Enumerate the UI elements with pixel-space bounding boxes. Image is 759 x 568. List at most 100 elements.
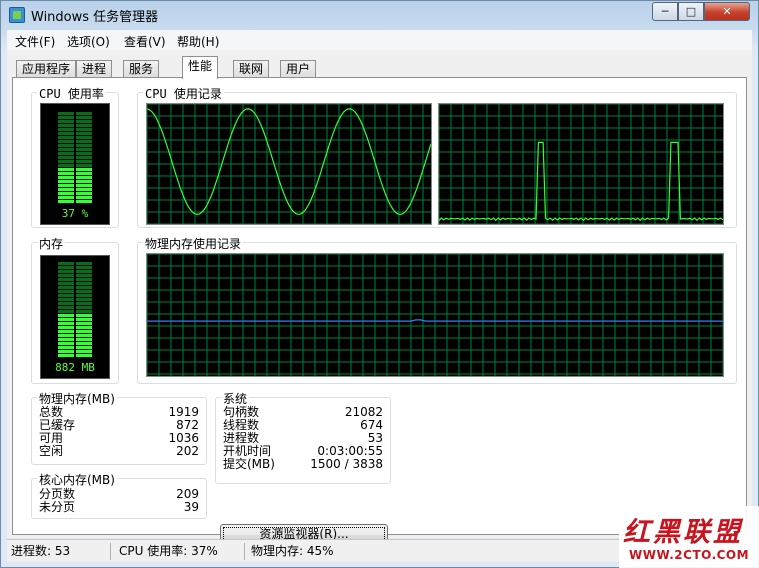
gauge-segment xyxy=(76,144,92,147)
gauge-segment xyxy=(58,176,74,179)
gauge-segment xyxy=(76,140,92,143)
watermark-url: WWW.2CTO.COM xyxy=(629,548,750,562)
minimize-button[interactable]: ─ xyxy=(652,2,678,21)
memory-usage-group: 内存 882 MB xyxy=(31,235,119,384)
tab-services[interactable]: 服务 xyxy=(123,60,160,78)
maximize-button[interactable]: □ xyxy=(678,2,704,21)
menu-view[interactable]: 查看(V) xyxy=(124,33,166,50)
task-manager-window: Windows 任务管理器 ─ □ ✕ 文件(F) 选项(O) 查看(V) 帮助… xyxy=(0,0,759,568)
gauge-segment xyxy=(58,346,74,349)
gauge-segment xyxy=(76,322,92,325)
gauge-segment xyxy=(58,342,74,345)
gauge-segment xyxy=(58,278,74,281)
minimize-icon: ─ xyxy=(661,5,669,18)
history-line xyxy=(439,141,723,222)
task-manager-app-icon xyxy=(9,7,25,23)
system-group: 系统 句柄数 21082 线程数 674 进程数 53 开机时间 0:03:00… xyxy=(215,390,391,484)
gauge-segment xyxy=(58,168,74,171)
gauge-segment xyxy=(76,156,92,159)
cpu-history-title: CPU 使用记录 xyxy=(143,85,224,102)
gauge-segment xyxy=(58,338,74,341)
gauge-segment xyxy=(76,338,92,341)
kernel-memory-rows: 分页数 209 未分页 39 xyxy=(39,488,199,516)
menu-bar: 文件(F) 选项(O) 查看(V) 帮助(H) xyxy=(7,30,752,50)
gauge-segment xyxy=(76,342,92,345)
memory-history-graph xyxy=(146,253,724,377)
tab-processes[interactable]: 进程 xyxy=(76,60,113,78)
close-button[interactable]: ✕ xyxy=(704,2,750,21)
gauge-segment xyxy=(58,286,74,289)
gauge-segment xyxy=(58,132,74,135)
system-rows: 句柄数 21082 线程数 674 进程数 53 开机时间 0:03:00:55 xyxy=(223,406,383,478)
gauge-segment xyxy=(76,266,92,269)
memory-usage-title: 内存 xyxy=(37,235,66,252)
gauge-segment xyxy=(58,124,74,127)
gauge-segment xyxy=(58,184,74,187)
gauge-segment xyxy=(76,274,92,277)
gauge-segment xyxy=(76,306,92,309)
status-processes: 进程数: 53 xyxy=(11,543,111,560)
gauge-segment xyxy=(58,274,74,277)
gauge-segment xyxy=(76,302,92,305)
gauge-segment xyxy=(76,318,92,321)
menu-file[interactable]: 文件(F) xyxy=(15,33,55,50)
memory-gauge-bars xyxy=(58,262,92,357)
gauge-segment xyxy=(58,112,74,115)
gauge-segment xyxy=(58,200,74,203)
gauge-segment xyxy=(76,286,92,289)
gauge-segment xyxy=(58,350,74,353)
stat-label-commit: 提交(MB) xyxy=(223,457,275,471)
gauge-segment xyxy=(58,164,74,167)
gauge-segment xyxy=(76,346,92,349)
gauge-segment xyxy=(58,314,74,317)
gauge-segment xyxy=(58,322,74,325)
maximize-icon: □ xyxy=(685,5,697,18)
memory-usage-value: 882 MB xyxy=(55,361,95,374)
gauge-segment xyxy=(58,354,74,357)
gauge-segment xyxy=(76,200,92,203)
gauge-segment xyxy=(76,168,92,171)
gauge-segment xyxy=(76,334,92,337)
gauge-segment xyxy=(76,132,92,135)
stat-row-nonpaged: 未分页 39 xyxy=(39,501,199,515)
gauge-segment xyxy=(58,298,74,301)
cpu-usage-title: CPU 使用率 xyxy=(37,85,106,102)
gauge-segment xyxy=(76,262,92,265)
gauge-segment xyxy=(76,314,92,317)
physical-memory-rows: 总数 1919 已缓存 872 可用 1036 空闲 202 xyxy=(39,406,199,462)
tab-users[interactable]: 用户 xyxy=(280,60,317,78)
menu-help[interactable]: 帮助(H) xyxy=(177,33,219,50)
gauge-segment xyxy=(76,176,92,179)
history-line xyxy=(147,108,431,216)
stat-label-nonpaged: 未分页 xyxy=(39,500,76,514)
gauge-segment xyxy=(76,350,92,353)
cpu-usage-value: 37 % xyxy=(61,207,89,220)
cpu-usage-group: CPU 使用率 37 % xyxy=(31,85,119,228)
menu-options[interactable]: 选项(O) xyxy=(67,33,110,50)
gauge-segment xyxy=(76,120,92,123)
stat-label-free: 空闲 xyxy=(39,444,64,458)
status-cpu: CPU 使用率: 37% xyxy=(117,543,245,560)
gauge-segment xyxy=(76,116,92,119)
stat-value-nonpaged: 39 xyxy=(183,500,199,514)
tab-networking[interactable]: 联网 xyxy=(233,60,270,78)
window-title: Windows 任务管理器 xyxy=(31,10,159,25)
gauge-segment xyxy=(58,152,74,155)
gauge-segment xyxy=(76,354,92,357)
cpu-core1-graph xyxy=(146,103,432,225)
gauge-segment xyxy=(58,148,74,151)
gauge-segment xyxy=(58,282,74,285)
memory-history-group: 物理内存使用记录 xyxy=(137,235,737,384)
gauge-segment xyxy=(58,136,74,139)
gauge-segment xyxy=(76,326,92,329)
gauge-segment xyxy=(58,120,74,123)
gauge-segment xyxy=(76,298,92,301)
title-bar[interactable]: Windows 任务管理器 ─ □ ✕ xyxy=(1,1,758,29)
gauge-segment xyxy=(58,156,74,159)
cpu-core2-graph xyxy=(438,103,724,225)
tab-applications[interactable]: 应用程序 xyxy=(16,60,77,78)
stat-row-available: 可用 1036 xyxy=(39,432,199,446)
tab-performance[interactable]: 性能 xyxy=(182,56,219,79)
gauge-segment xyxy=(58,116,74,119)
physical-memory-group: 物理内存(MB) 总数 1919 已缓存 872 可用 1036 空闲 202 xyxy=(31,390,207,465)
